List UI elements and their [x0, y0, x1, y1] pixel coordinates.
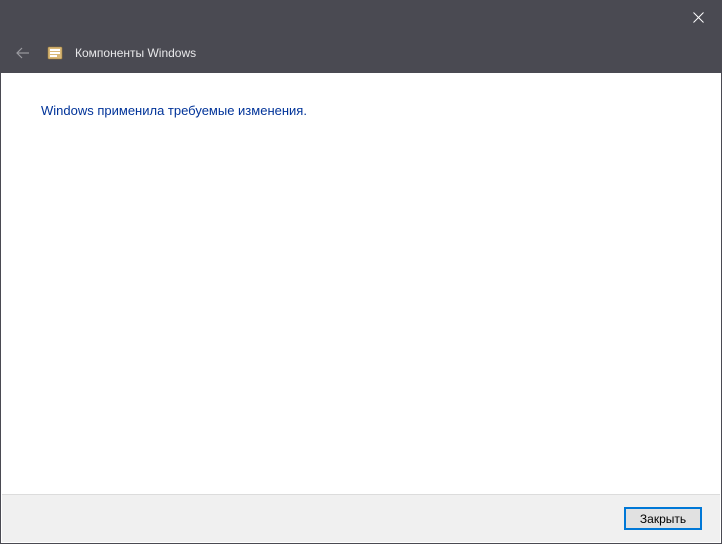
dialog-header: Компоненты Windows	[1, 33, 721, 73]
close-button[interactable]: Закрыть	[624, 507, 702, 530]
arrow-left-icon	[15, 45, 31, 61]
windows-features-icon	[47, 45, 63, 61]
dialog-footer: Закрыть	[2, 494, 720, 542]
titlebar	[1, 1, 721, 33]
back-button	[11, 41, 35, 65]
dialog-window: Компоненты Windows Windows применила тре…	[0, 0, 722, 544]
dialog-content: Windows применила требуемые изменения.	[1, 73, 721, 493]
window-close-button[interactable]	[675, 1, 721, 33]
dialog-title: Компоненты Windows	[75, 46, 196, 60]
status-message: Windows применила требуемые изменения.	[41, 103, 681, 118]
close-icon	[693, 12, 704, 23]
